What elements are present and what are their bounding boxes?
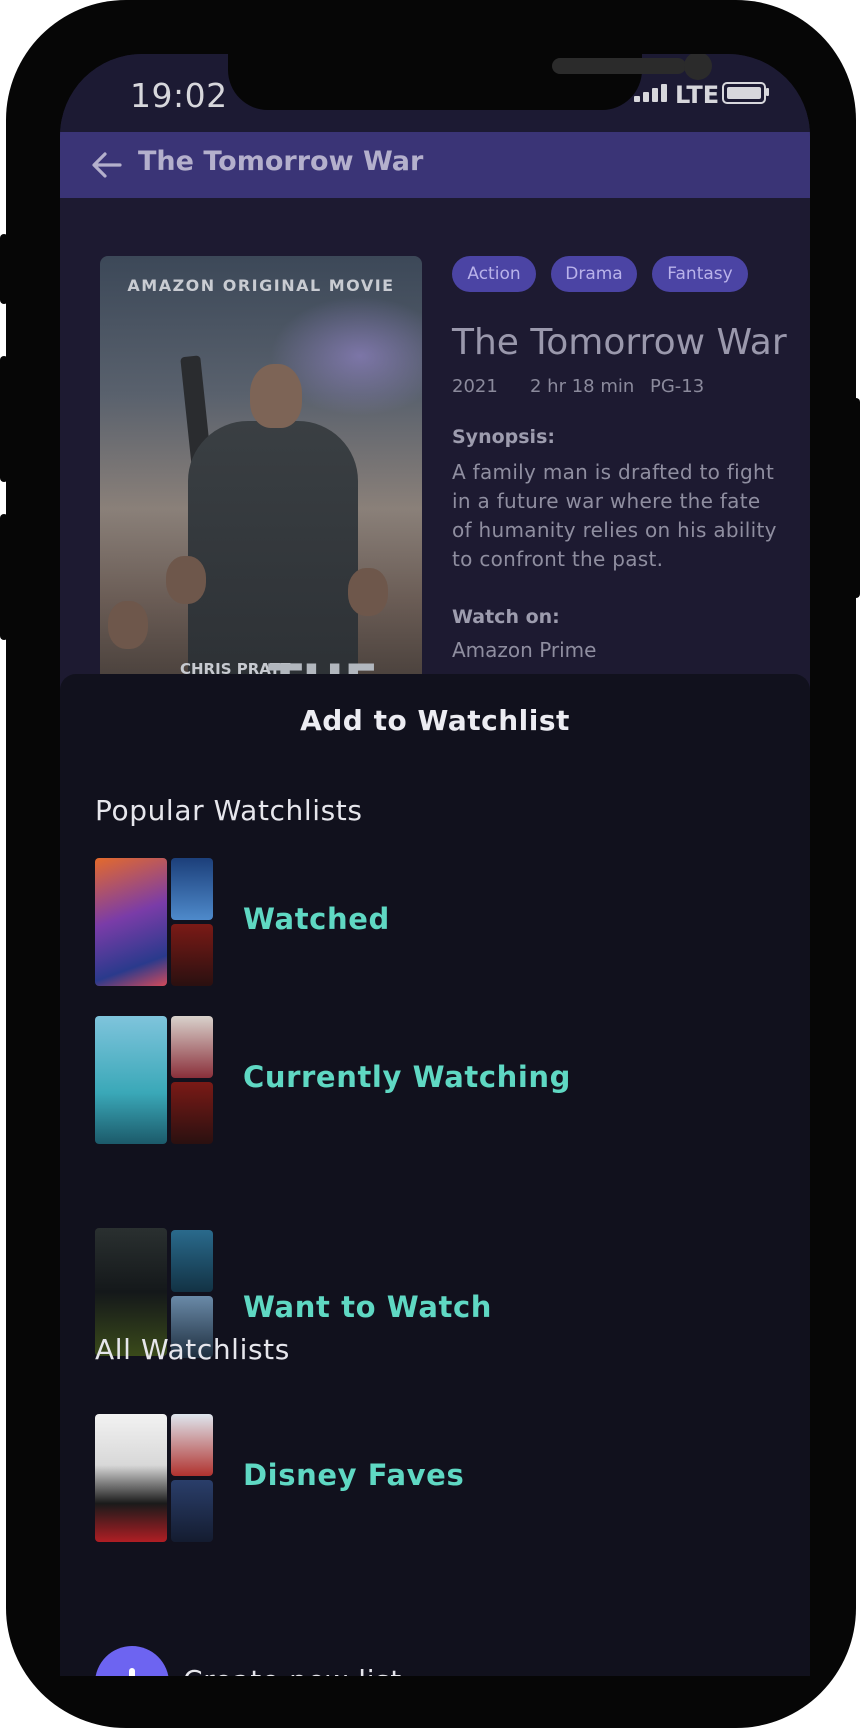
battery-tip — [766, 88, 769, 96]
watchlist-name: Watched — [243, 902, 390, 936]
watchlist-thumbnail — [95, 858, 167, 986]
watchlist-thumbnail-small — [171, 1230, 213, 1292]
watch-on-label: Watch on: — [452, 606, 560, 628]
watchlist-name: Want to Watch — [243, 1290, 493, 1324]
genre-chip-action[interactable]: Action — [452, 256, 536, 292]
poster-face-left — [166, 556, 206, 604]
mute-switch — [0, 234, 8, 304]
poster-top-text: AMAZON ORIGINAL MOVIE — [127, 276, 395, 295]
phone-frame: 19:02 LTE The Tomorrow War AMAZON ORIGIN… — [6, 0, 856, 1728]
poster-soldier-head — [250, 364, 302, 428]
poster-face-right — [348, 568, 388, 616]
poster-face-far-left — [108, 601, 148, 649]
watchlist-thumbnail-small — [171, 1480, 213, 1542]
watchlist-thumbnail-small — [171, 1082, 213, 1144]
add-list-button[interactable] — [95, 1646, 169, 1676]
movie-year: 2021 — [452, 376, 498, 397]
notch — [228, 54, 712, 110]
synopsis-text: A family man is drafted to fight in a fu… — [452, 460, 777, 571]
watchlist-name: Disney Faves — [243, 1458, 465, 1492]
sheet-title: Add to Watchlist — [300, 704, 570, 737]
movie-title: The Tomorrow War — [452, 322, 787, 363]
volume-down-button — [0, 514, 8, 640]
screen: 19:02 LTE The Tomorrow War AMAZON ORIGIN… — [60, 54, 810, 1676]
create-new-list-label: Create new list — [183, 1664, 402, 1676]
watchlist-thumbnail-small — [171, 858, 213, 920]
movie-rating: PG-13 — [650, 376, 705, 397]
status-time: 19:02 — [130, 76, 228, 115]
app-bar-title: The Tomorrow War — [138, 146, 424, 177]
speaker — [552, 58, 686, 74]
watchlist-row-disney-faves[interactable]: Disney Faves — [95, 1414, 775, 1544]
genre-chip-drama[interactable]: Drama — [551, 256, 637, 292]
app-bar: The Tomorrow War — [60, 132, 810, 198]
signal-icon — [634, 84, 672, 102]
battery-icon — [722, 82, 766, 104]
watchlist-name: Currently Watching — [243, 1060, 572, 1094]
volume-up-button — [0, 356, 8, 482]
back-arrow-icon[interactable] — [90, 148, 124, 182]
movie-runtime: 2 hr 18 min — [530, 376, 635, 397]
synopsis-label: Synopsis: — [452, 426, 555, 448]
genre-chip-fantasy[interactable]: Fantasy — [652, 256, 748, 292]
watchlist-thumbnail-small — [171, 1016, 213, 1078]
watchlist-thumbnail-small — [171, 924, 213, 986]
popular-watchlists-heading: Popular Watchlists — [95, 794, 363, 827]
watchlist-thumbnail-small — [171, 1414, 213, 1476]
all-watchlists-heading: All Watchlists — [95, 1333, 290, 1366]
watch-provider: Amazon Prime — [452, 638, 597, 662]
watchlist-thumbnail — [95, 1414, 167, 1542]
plus-icon-vertical — [129, 1668, 135, 1676]
watchlist-row-watched[interactable]: Watched — [95, 858, 775, 988]
watchlist-row-currently-watching[interactable]: Currently Watching — [95, 1016, 775, 1146]
create-new-list-row[interactable]: Create new list — [95, 1646, 495, 1676]
movie-poster: AMAZON ORIGINAL MOVIE CHRIS PRATT THE — [100, 256, 422, 716]
power-button — [852, 398, 860, 598]
network-label: LTE — [675, 81, 720, 109]
watchlist-thumbnail — [95, 1016, 167, 1144]
